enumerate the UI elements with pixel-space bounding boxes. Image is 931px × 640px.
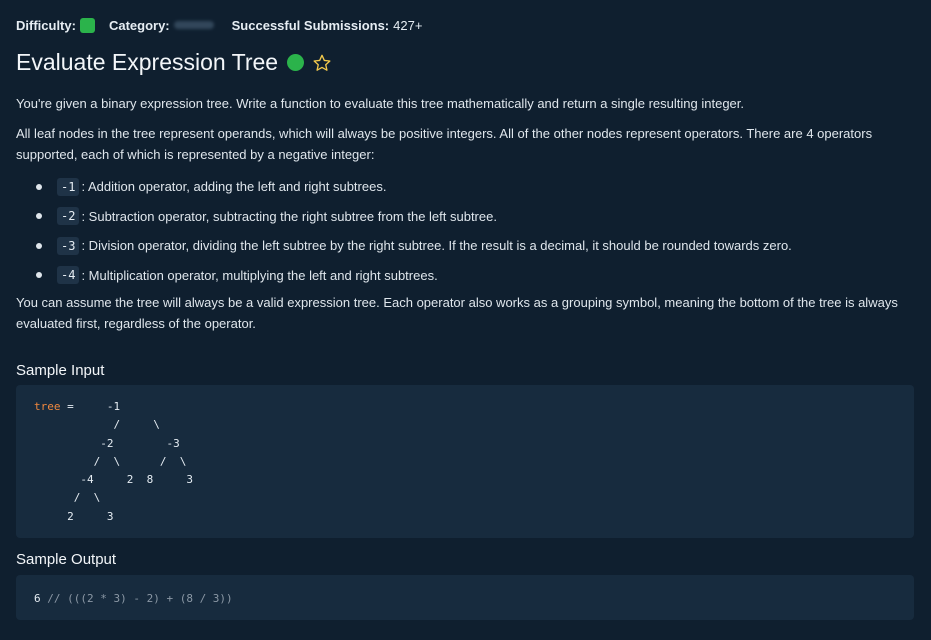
page-title: Evaluate Expression Tree (16, 49, 332, 76)
operator-text: : Division operator, dividing the left s… (81, 238, 792, 254)
list-item: -4 : Multiplication operator, multiplyin… (16, 261, 792, 291)
sample-output-code: 6 // (((2 * 3) - 2) + (8 / 3)) (34, 590, 233, 608)
bullet-icon (36, 242, 42, 249)
bullet-icon (36, 272, 42, 279)
code-tree-body: = -1 / \ -2 -3 / \ / \ -4 2 8 3 / \ 2 3 (67, 400, 193, 523)
operator-code: -2 (57, 207, 80, 226)
list-item: -3 : Division operator, dividing the lef… (16, 231, 792, 261)
problem-title: Evaluate Expression Tree (16, 49, 279, 75)
sample-output-code-block: 6 // (((2 * 3) - 2) + (8 / 3)) (16, 575, 914, 620)
output-value: 6 (34, 592, 41, 605)
sample-input-heading: Sample Input (16, 362, 105, 379)
operator-text: : Addition operator, adding the left and… (81, 179, 387, 195)
output-comment: // (((2 * 3) - 2) + (8 / 3)) (40, 592, 233, 605)
operator-code: -1 (57, 177, 80, 196)
sample-input-code-block: tree = -1 / \ -2 -3 / \ / \ -4 2 8 3 / \… (16, 385, 914, 538)
bullet-icon (36, 213, 42, 220)
sample-output-heading: Sample Output (16, 551, 117, 568)
category-value-blurred (173, 21, 214, 29)
operator-text: : Subtraction operator, subtracting the … (81, 208, 497, 224)
list-item: -1 : Addition operator, adding the left … (16, 172, 792, 202)
description-paragraph-1: You're given a binary expression tree. W… (16, 96, 744, 111)
code-variable-name: tree (34, 400, 61, 413)
submissions-value: 427+ (393, 17, 423, 33)
operator-list: -1 : Addition operator, adding the left … (16, 172, 792, 290)
operator-code: -3 (57, 236, 80, 255)
submissions-label: Successful Submissions: (231, 17, 390, 33)
difficulty-easy-indicator (79, 17, 95, 33)
difficulty-label: Difficulty: (16, 17, 76, 33)
problem-meta: Difficulty: Category: Successful Submiss… (16, 16, 422, 34)
category-label: Category: (108, 17, 170, 33)
operator-text: : Multiplication operator, multiplying t… (81, 267, 438, 283)
operator-code: -4 (57, 266, 80, 285)
description-paragraph-3: You can assume the tree will always be a… (16, 295, 898, 331)
sample-input-code: tree = -1 / \ -2 -3 / \ / \ -4 2 8 3 / \… (34, 398, 193, 526)
list-item: -2 : Subtraction operator, subtracting t… (16, 202, 792, 232)
difficulty-dot-icon (287, 54, 305, 71)
description-paragraph-2: All leaf nodes in the tree represent ope… (16, 126, 873, 162)
star-icon[interactable] (312, 53, 332, 73)
bullet-icon (36, 183, 42, 190)
